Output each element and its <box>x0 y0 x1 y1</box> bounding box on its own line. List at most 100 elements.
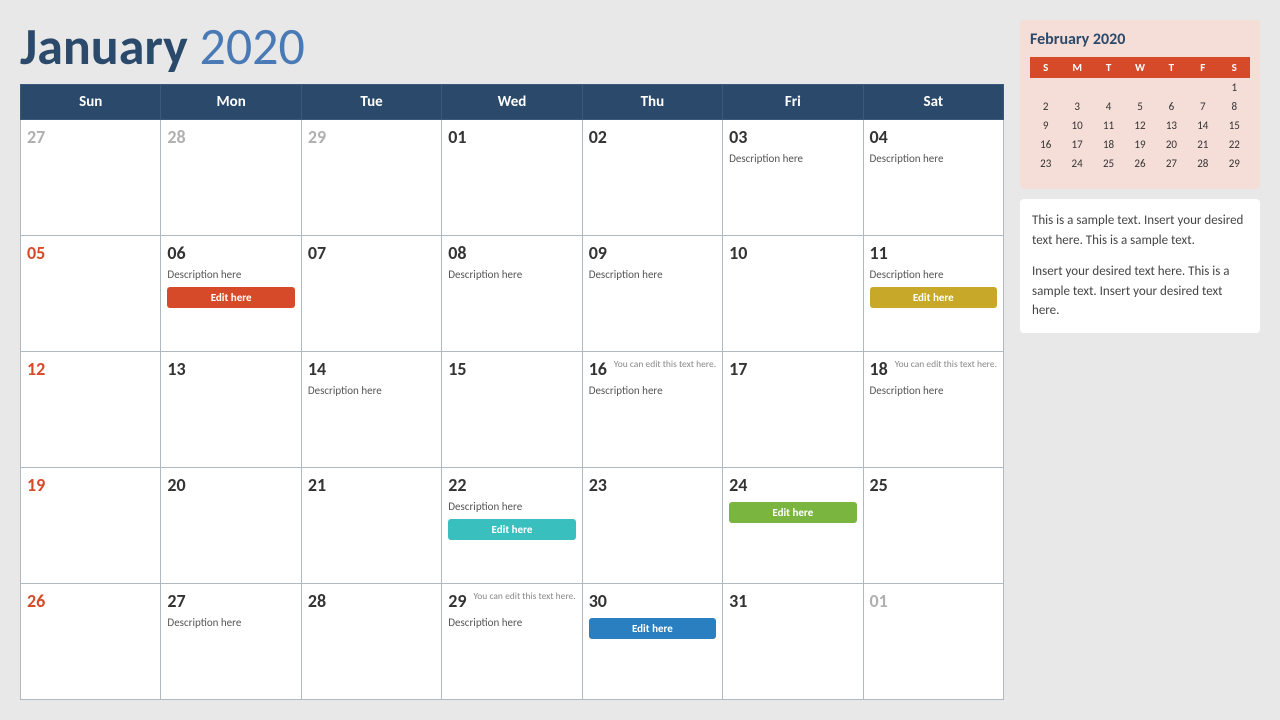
calendar-cell: 02 <box>582 120 722 236</box>
day-number: 06 <box>167 242 294 264</box>
day-number: 03 <box>729 126 856 148</box>
day-description: Description here <box>448 616 575 629</box>
day-number: 25 <box>870 474 997 496</box>
mini-calendar-cell: 11 <box>1093 116 1124 135</box>
calendar-cell: 03 Description here <box>723 120 863 236</box>
edit-button[interactable]: Edit here <box>870 287 997 308</box>
day-number: 01 <box>870 590 997 612</box>
mini-calendar: SMTWTFS 12345678910111213141516171819202… <box>1030 57 1250 179</box>
calendar-cell: 20 <box>161 468 301 584</box>
mini-weekday-header: T <box>1093 57 1124 78</box>
day-number: 13 <box>167 358 294 380</box>
mini-calendar-cell: 2 <box>1030 97 1061 116</box>
day-description: Description here <box>870 384 997 397</box>
weekday-header: Wed <box>442 85 582 120</box>
mini-calendar-title: February 2020 <box>1030 30 1250 49</box>
mini-calendar-cell <box>1187 173 1218 179</box>
mini-calendar-cell <box>1061 78 1092 97</box>
weekday-header: Thu <box>582 85 722 120</box>
day-description: Description here <box>167 268 294 281</box>
mini-calendar-cell <box>1219 173 1250 179</box>
day-number: 17 <box>729 358 856 380</box>
mini-weekday-header: T <box>1156 57 1187 78</box>
calendar-cell: 31 <box>723 584 863 700</box>
mini-calendar-cell <box>1061 173 1092 179</box>
mini-calendar-cell: 18 <box>1093 135 1124 154</box>
day-number: 01 <box>448 126 575 148</box>
day-number: 28 <box>308 590 435 612</box>
calendar-cell: 16You can edit this text here.Descriptio… <box>582 352 722 468</box>
mini-calendar-cell <box>1030 78 1061 97</box>
day-note: You can edit this text here. <box>614 358 716 370</box>
mini-calendar-cell: 1 <box>1219 78 1250 97</box>
mini-calendar-cell <box>1093 78 1124 97</box>
calendar-cell: 27 Description here <box>161 584 301 700</box>
day-description: Description here <box>448 268 575 281</box>
calendar-cell: 10 <box>723 236 863 352</box>
weekday-header: Fri <box>723 85 863 120</box>
mini-calendar-cell: 5 <box>1124 97 1155 116</box>
day-number: 07 <box>308 242 435 264</box>
edit-button[interactable]: Edit here <box>729 502 856 523</box>
calendar-cell: 28 <box>161 120 301 236</box>
day-number: 15 <box>448 358 575 380</box>
day-number: 10 <box>729 242 856 264</box>
day-description: Description here <box>589 268 716 281</box>
day-number: 27 <box>167 590 294 612</box>
calendar-cell: 05 <box>21 236 161 352</box>
calendar-cell: 19 <box>21 468 161 584</box>
mini-calendar-cell <box>1093 173 1124 179</box>
day-number: 22 <box>448 474 575 496</box>
mini-calendar-cell: 20 <box>1156 135 1187 154</box>
day-number: 08 <box>448 242 575 264</box>
mini-calendar-cell: 15 <box>1219 116 1250 135</box>
mini-calendar-cell: 26 <box>1124 154 1155 173</box>
day-number: 11 <box>870 242 997 264</box>
day-number: 29 <box>308 126 435 148</box>
day-description: Description here <box>729 152 856 165</box>
sidebar-text-box: This is a sample text. Insert your desir… <box>1020 199 1260 333</box>
day-description: Description here <box>308 384 435 397</box>
mini-calendar-cell: 4 <box>1093 97 1124 116</box>
mini-calendar-cell: 17 <box>1061 135 1092 154</box>
mini-calendar-cell: 24 <box>1061 154 1092 173</box>
calendar-cell: 01 <box>863 584 1003 700</box>
mini-calendar-cell: 3 <box>1061 97 1092 116</box>
mini-calendar-cell: 6 <box>1156 97 1187 116</box>
sidebar-text-2: Insert your desired text here. This is a… <box>1032 262 1248 321</box>
mini-calendar-cell: 21 <box>1187 135 1218 154</box>
mini-calendar-cell: 13 <box>1156 116 1187 135</box>
day-note: You can edit this text here. <box>473 590 575 602</box>
day-note: You can edit this text here. <box>895 358 997 370</box>
calendar-cell: 22 Description here Edit here <box>442 468 582 584</box>
mini-calendar-cell <box>1156 78 1187 97</box>
calendar-cell: 30Edit here <box>582 584 722 700</box>
mini-calendar-cell: 14 <box>1187 116 1218 135</box>
day-number: 05 <box>27 242 154 264</box>
mini-weekday-header: S <box>1219 57 1250 78</box>
day-number: 27 <box>27 126 154 148</box>
calendar-cell: 11 Description here Edit here <box>863 236 1003 352</box>
day-description: Description here <box>448 500 575 513</box>
day-description: Description here <box>870 268 997 281</box>
day-number: 04 <box>870 126 997 148</box>
calendar-cell: 04Description here <box>863 120 1003 236</box>
calendar-cell: 15 <box>442 352 582 468</box>
day-description: Description here <box>167 616 294 629</box>
mini-calendar-cell: 25 <box>1093 154 1124 173</box>
edit-button[interactable]: Edit here <box>448 519 575 540</box>
mini-calendar-cell: 23 <box>1030 154 1061 173</box>
calendar-cell: 17 <box>723 352 863 468</box>
day-number: 20 <box>167 474 294 496</box>
calendar-cell: 25 <box>863 468 1003 584</box>
mini-calendar-cell: 12 <box>1124 116 1155 135</box>
calendar-cell: 26 <box>21 584 161 700</box>
calendar-cell: 29You can edit this text here.Descriptio… <box>442 584 582 700</box>
edit-button[interactable]: Edit here <box>589 618 716 639</box>
day-number: 09 <box>589 242 716 264</box>
calendar-cell: 27 <box>21 120 161 236</box>
edit-button[interactable]: Edit here <box>167 287 294 308</box>
day-number: 28 <box>167 126 294 148</box>
calendar-cell: 24Edit here <box>723 468 863 584</box>
mini-calendar-cell: 19 <box>1124 135 1155 154</box>
